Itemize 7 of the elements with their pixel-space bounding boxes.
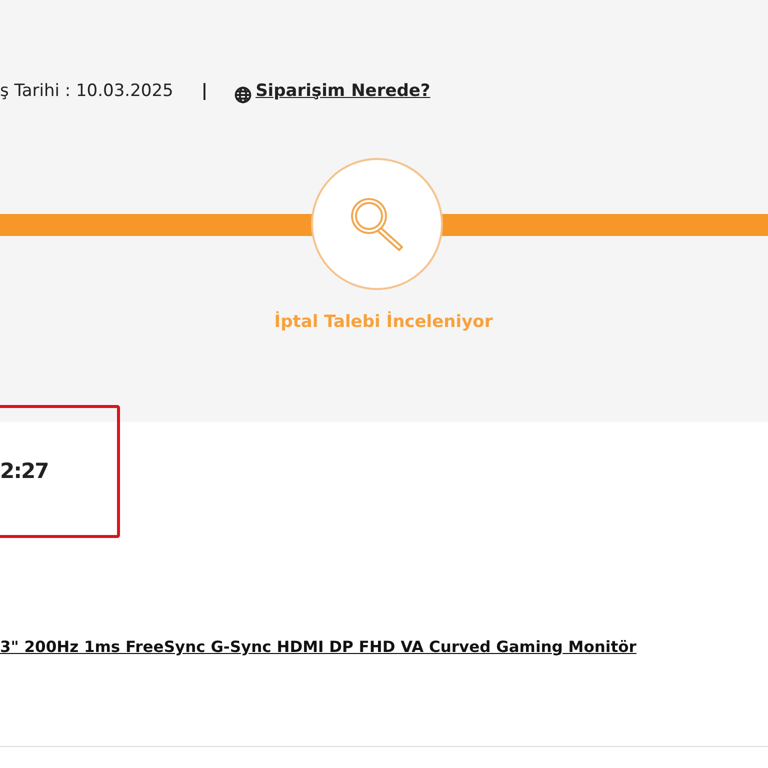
separator: |: [201, 80, 208, 102]
order-date: ş Tarihi : 10.03.2025: [0, 80, 174, 102]
product-link[interactable]: 3" 200Hz 1ms FreeSync G-Sync HDMI DP FHD VA Curved Gaming Monitör: [0, 636, 636, 660]
time-text: 2:27: [0, 458, 48, 485]
step-label: İptal Talebi İnceleniyor: [273, 310, 494, 334]
track-order-link[interactable]: Siparişim Nerede?: [256, 78, 430, 104]
globe-icon: [234, 86, 252, 104]
